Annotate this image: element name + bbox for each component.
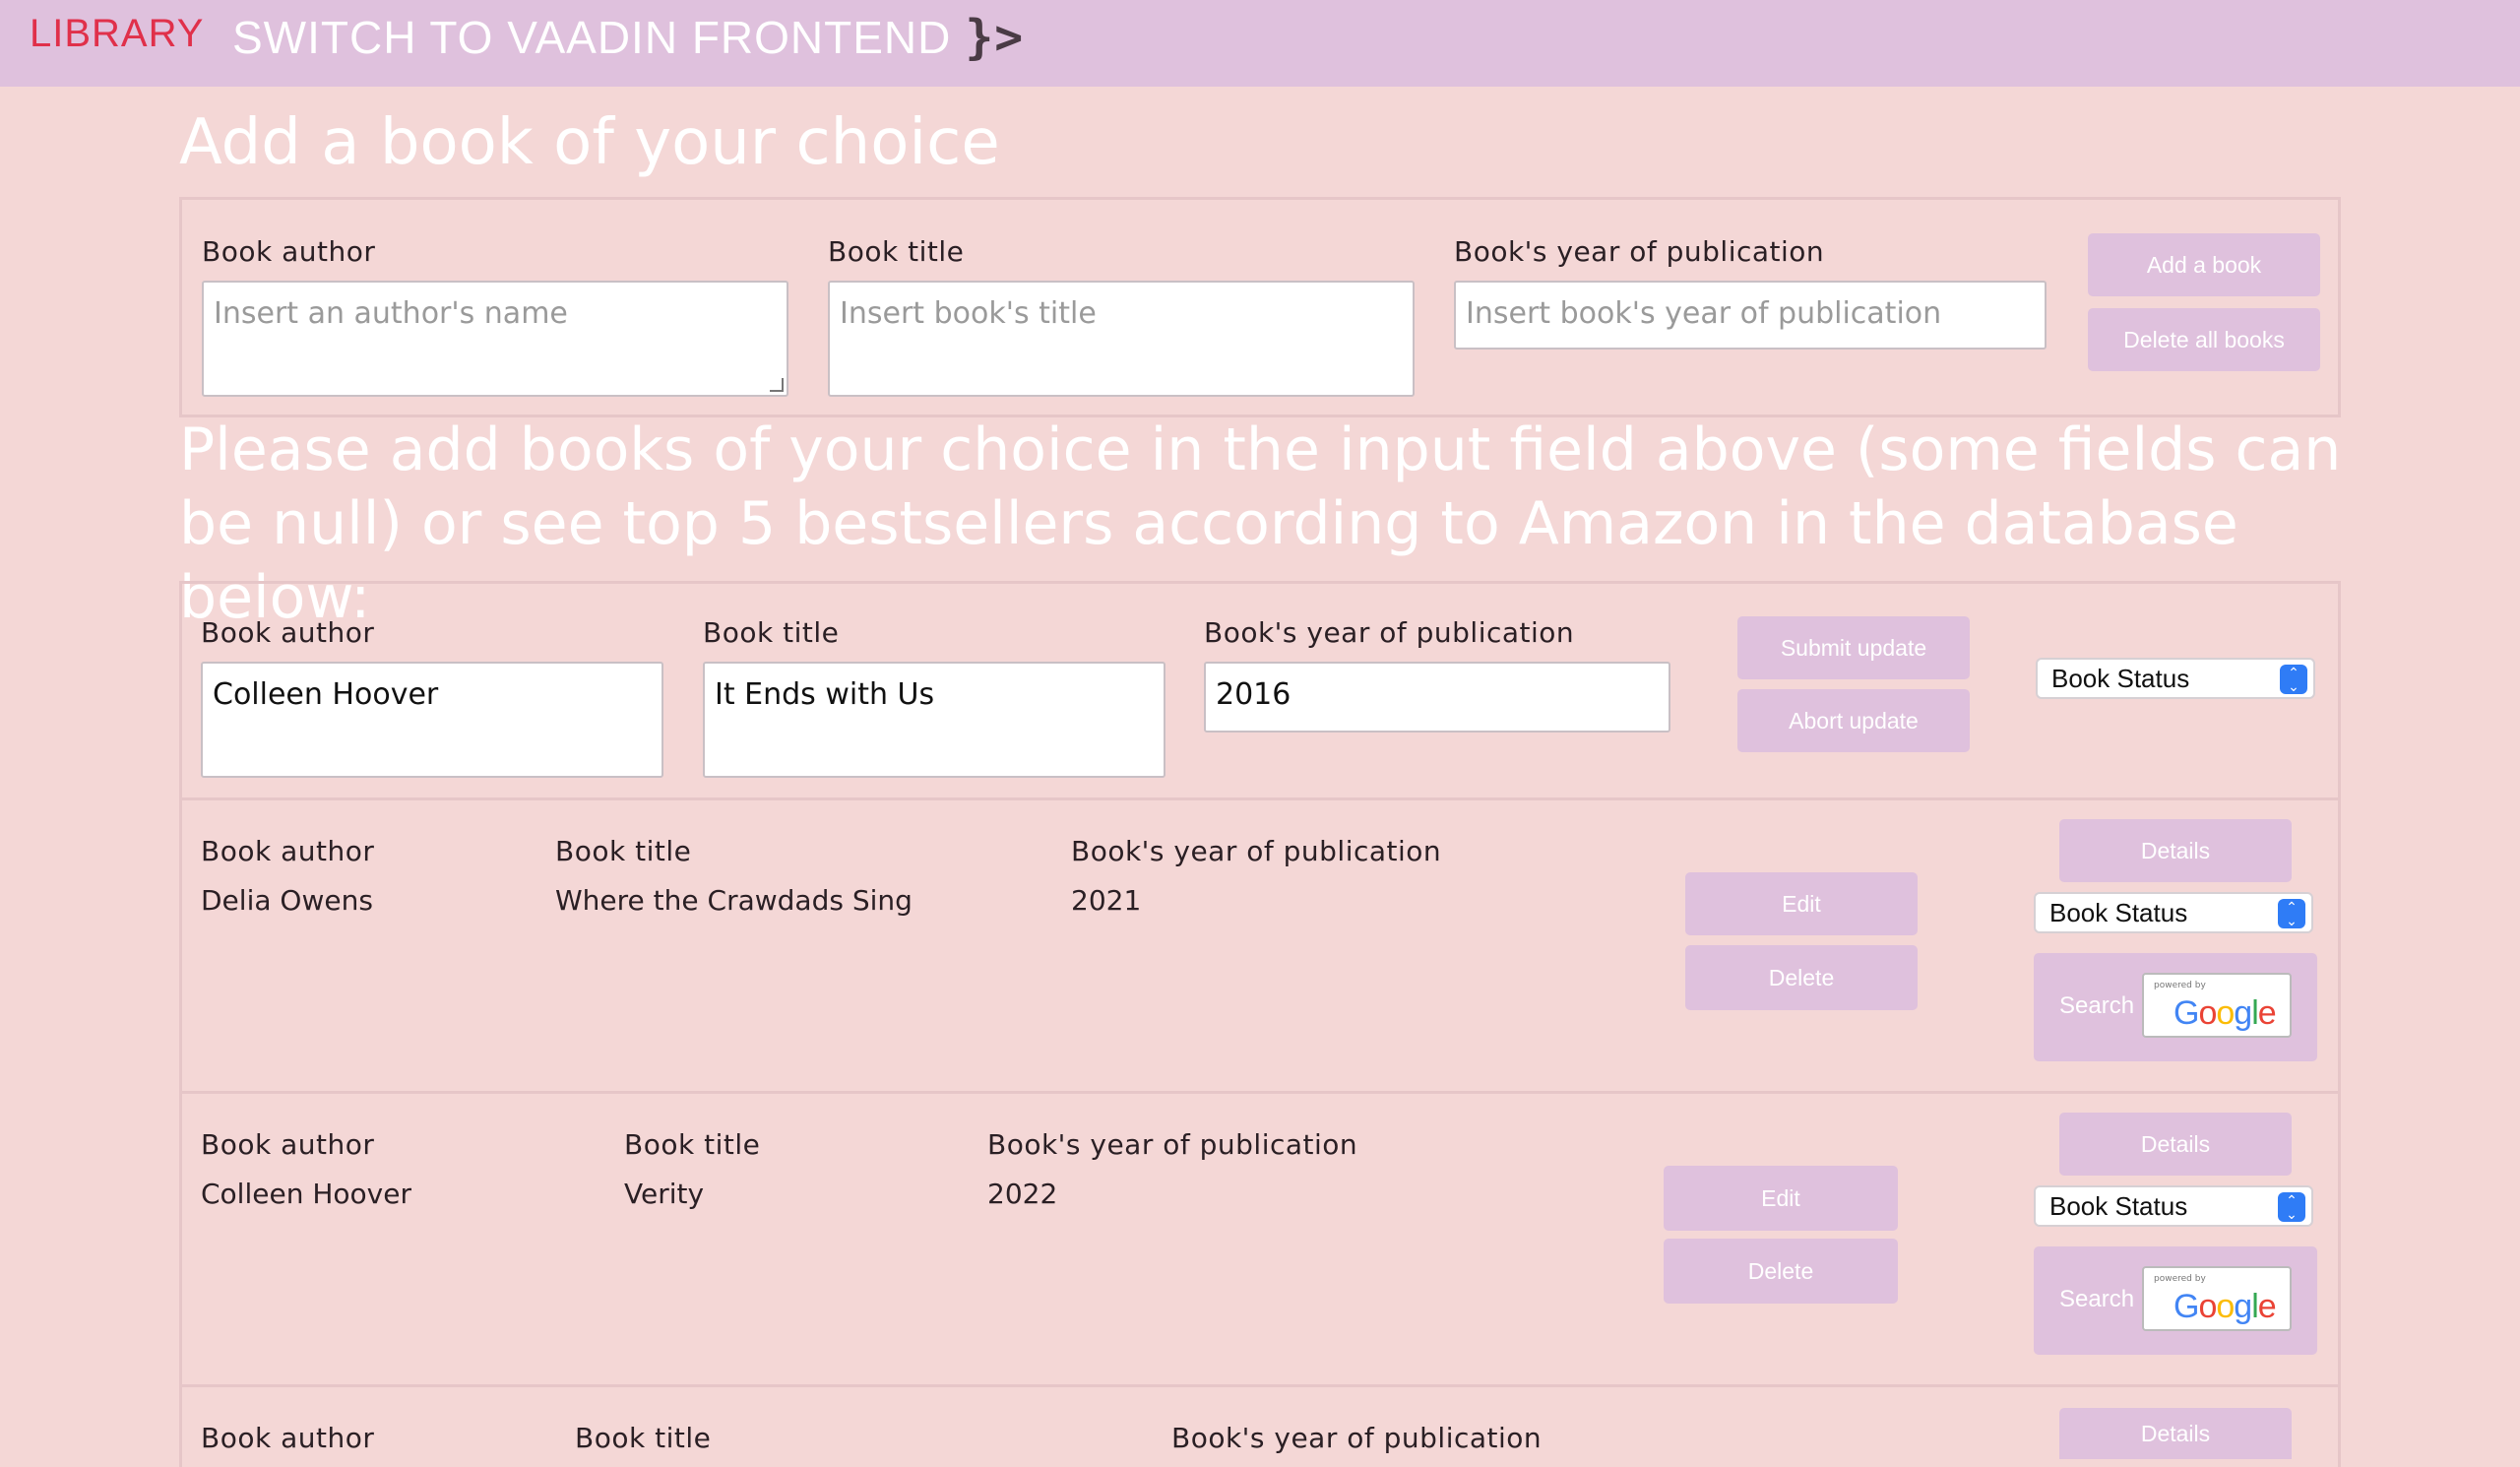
- book-author-value: Delia Owens: [201, 884, 373, 917]
- details-button[interactable]: Details: [2059, 1113, 2292, 1176]
- edit-button[interactable]: Edit: [1685, 872, 1918, 935]
- powered-by-text: powered by: [2154, 981, 2206, 990]
- edit-title-label: Book title: [703, 616, 840, 649]
- google-wordmark: Google: [2174, 994, 2277, 1032]
- chevron-updown-icon: ⌃ ⌄: [2278, 899, 2305, 928]
- row-divider: [179, 1384, 2341, 1387]
- delete-button[interactable]: Delete: [1664, 1239, 1898, 1304]
- google-logo-icon: powered by Google: [2142, 1266, 2292, 1331]
- book-title-label: Book title: [575, 1422, 712, 1454]
- author-input[interactable]: Insert an author's name: [202, 281, 788, 397]
- library-link[interactable]: LIBRARY: [30, 12, 204, 56]
- search-label: Search: [2059, 1286, 2135, 1312]
- chevron-updown-icon: ⌃ ⌄: [2280, 665, 2307, 694]
- abort-update-button[interactable]: Abort update: [1737, 689, 1970, 752]
- book-author-label: Book author: [201, 1422, 375, 1454]
- author-label: Book author: [202, 235, 376, 268]
- add-book-button[interactable]: Add a book: [2088, 233, 2320, 296]
- submit-update-button[interactable]: Submit update: [1737, 616, 1970, 679]
- book-author-value: Colleen Hoover: [201, 1178, 411, 1210]
- details-button[interactable]: Details: [2059, 819, 2292, 882]
- top-navbar: LIBRARY SWITCH TO VAADIN FRONTEND }>: [0, 0, 2520, 87]
- edit-year-label: Book's year of publication: [1204, 616, 1575, 649]
- delete-button[interactable]: Delete: [1685, 945, 1918, 1010]
- book-title-label: Book title: [624, 1128, 761, 1161]
- book-status-select[interactable]: Book Status ⌃ ⌄: [2034, 1185, 2313, 1227]
- vaadin-logo-icon: }>: [965, 10, 1025, 65]
- google-logo-icon: powered by Google: [2142, 973, 2292, 1038]
- title-input[interactable]: Insert book's title: [828, 281, 1415, 397]
- book-title-value: Where the Crawdads Sing: [555, 884, 913, 917]
- book-year-value: 2022: [987, 1178, 1058, 1210]
- book-status-value: Book Status: [2049, 897, 2188, 927]
- year-label: Book's year of publication: [1454, 235, 1825, 268]
- details-button[interactable]: Details: [2059, 1408, 2292, 1459]
- book-status-value: Book Status: [2051, 663, 2190, 693]
- book-status-select[interactable]: Book Status ⌃ ⌄: [2034, 892, 2313, 933]
- year-input[interactable]: Insert book's year of publication: [1454, 281, 2047, 350]
- title-label: Book title: [828, 235, 965, 268]
- delete-all-books-button[interactable]: Delete all books: [2088, 308, 2320, 371]
- book-year-value: 2021: [1071, 884, 1142, 917]
- row-divider: [179, 797, 2341, 800]
- edit-button[interactable]: Edit: [1664, 1166, 1898, 1231]
- book-status-select[interactable]: Book Status ⌃ ⌄: [2036, 658, 2315, 699]
- powered-by-text: powered by: [2154, 1274, 2206, 1284]
- book-author-label: Book author: [201, 1128, 375, 1161]
- search-label: Search: [2059, 992, 2135, 1019]
- add-book-panel: Book author Insert an author's name Book…: [179, 197, 2341, 417]
- edit-title-input[interactable]: It Ends with Us: [703, 662, 1166, 778]
- edit-year-input[interactable]: 2016: [1204, 662, 1670, 733]
- book-year-label: Book's year of publication: [1171, 1422, 1543, 1454]
- book-year-label: Book's year of publication: [1071, 835, 1442, 867]
- book-status-value: Book Status: [2049, 1190, 2188, 1221]
- edit-author-input[interactable]: Colleen Hoover: [201, 662, 663, 778]
- google-search-button[interactable]: Search powered by Google: [2034, 953, 2317, 1061]
- book-author-label: Book author: [201, 835, 375, 867]
- book-title-label: Book title: [555, 835, 692, 867]
- chevron-updown-icon: ⌃ ⌄: [2278, 1192, 2305, 1222]
- add-book-heading: Add a book of your choice: [179, 106, 1000, 179]
- switch-frontend-label: SWITCH TO VAADIN FRONTEND: [232, 12, 952, 63]
- row-divider: [179, 1091, 2341, 1094]
- edit-author-label: Book author: [201, 616, 375, 649]
- google-wordmark: Google: [2174, 1288, 2277, 1325]
- book-title-value: Verity: [624, 1178, 705, 1210]
- switch-frontend-link[interactable]: SWITCH TO VAADIN FRONTEND }>: [232, 10, 1024, 65]
- google-search-button[interactable]: Search powered by Google: [2034, 1246, 2317, 1355]
- book-year-label: Book's year of publication: [987, 1128, 1358, 1161]
